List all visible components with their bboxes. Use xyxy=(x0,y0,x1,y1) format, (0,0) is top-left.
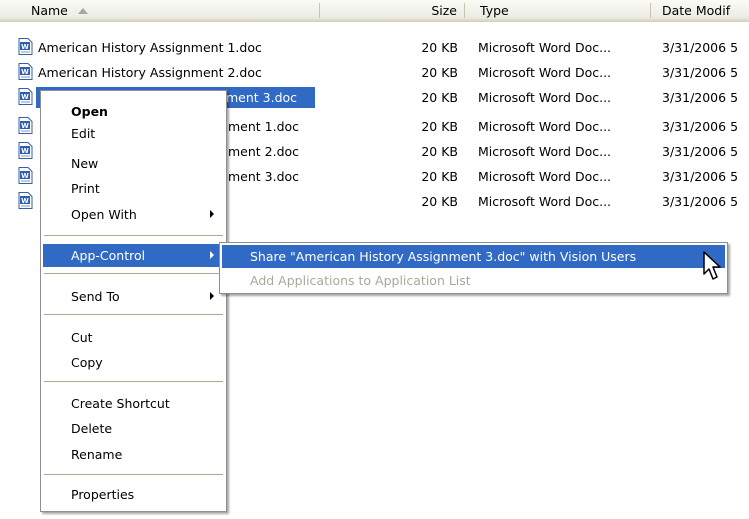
menu-separator xyxy=(44,314,223,315)
file-size: 20 KB xyxy=(421,194,458,209)
menu-item-open[interactable]: Open xyxy=(43,100,224,123)
menu-separator xyxy=(44,235,223,236)
file-size: 20 KB xyxy=(421,40,458,55)
menu-item-cut[interactable]: Cut xyxy=(43,326,224,349)
svg-text:W: W xyxy=(21,147,29,155)
menu-item-properties[interactable]: Properties xyxy=(43,483,224,506)
menu-item-rename[interactable]: Rename xyxy=(43,443,224,466)
menu-item-label: Copy xyxy=(71,355,103,370)
svg-text:W: W xyxy=(21,122,29,130)
sort-ascending-icon xyxy=(77,8,88,14)
menu-item-label: Open With xyxy=(71,207,137,222)
svg-text:W: W xyxy=(21,93,29,101)
file-date: 3/31/2006 5 xyxy=(662,40,739,55)
svg-text:W: W xyxy=(21,172,29,180)
column-size-label: Size xyxy=(431,3,457,18)
svg-text:W: W xyxy=(21,68,29,76)
menu-item-copy[interactable]: Copy xyxy=(43,351,224,374)
menu-item-label: Rename xyxy=(71,447,123,462)
menu-item-label: Properties xyxy=(71,487,135,502)
column-header-size[interactable]: Size xyxy=(320,0,464,21)
submenu-arrow-icon xyxy=(210,292,214,300)
file-type: Microsoft Word Doc... xyxy=(478,65,612,80)
menu-item-label: Share "American History Assignment 3.doc… xyxy=(250,249,637,264)
menu-item-send-to[interactable]: Send To xyxy=(43,285,224,308)
menu-item-label: Add Applications to Application List xyxy=(250,273,471,288)
column-header-name[interactable]: Name xyxy=(0,0,320,21)
file-date: 3/31/2006 5 xyxy=(662,194,739,209)
column-name-label: Name xyxy=(31,3,68,18)
menu-item-delete[interactable]: Delete xyxy=(43,417,224,440)
word-document-icon: W xyxy=(18,142,33,159)
file-date: 3/31/2006 5 xyxy=(662,144,739,159)
app-control-submenu: Share "American History Assignment 3.doc… xyxy=(219,242,728,294)
menu-item-new[interactable]: New xyxy=(43,152,224,175)
context-menu: Open Edit New Print Open With App-Contro… xyxy=(40,90,227,512)
menu-item-create-shortcut[interactable]: Create Shortcut xyxy=(43,392,224,415)
word-document-icon: W xyxy=(18,88,33,105)
file-type: Microsoft Word Doc... xyxy=(478,194,612,209)
file-name: American History Assignment 1.doc xyxy=(38,40,262,55)
column-header-type[interactable]: Type xyxy=(465,0,650,21)
menu-separator xyxy=(44,273,223,274)
file-type: Microsoft Word Doc... xyxy=(478,169,612,184)
word-document-icon: W xyxy=(18,63,33,80)
submenu-arrow-icon xyxy=(210,210,214,218)
column-header-bar: Name Size Type Date Modif xyxy=(0,0,749,22)
file-date: 3/31/2006 5 xyxy=(662,90,739,105)
menu-item-app-control[interactable]: App-Control xyxy=(43,244,224,267)
word-document-icon: W xyxy=(18,167,33,184)
menu-item-label: Create Shortcut xyxy=(71,396,170,411)
menu-item-label: Cut xyxy=(71,330,93,345)
column-header-date[interactable]: Date Modif xyxy=(651,0,749,21)
menu-separator xyxy=(44,474,223,475)
menu-item-print[interactable]: Print xyxy=(43,177,224,200)
menu-item-label: Delete xyxy=(71,421,113,436)
file-type: Microsoft Word Doc... xyxy=(478,40,612,55)
menu-item-edit[interactable]: Edit xyxy=(43,122,224,145)
file-type: Microsoft Word Doc... xyxy=(478,90,612,105)
menu-item-share-with-vision-users[interactable]: Share "American History Assignment 3.doc… xyxy=(222,245,725,268)
menu-item-label: Edit xyxy=(71,126,96,141)
file-row[interactable]: W American History Assignment 2.doc 20 K… xyxy=(0,62,749,83)
file-row[interactable]: W American History Assignment 1.doc 20 K… xyxy=(0,37,749,58)
svg-text:W: W xyxy=(21,43,29,51)
word-document-icon: W xyxy=(18,38,33,55)
file-size: 20 KB xyxy=(421,65,458,80)
mouse-pointer-icon xyxy=(703,251,721,280)
file-size: 20 KB xyxy=(421,119,458,134)
word-document-icon: W xyxy=(18,192,33,209)
column-date-label: Date Modif xyxy=(662,3,731,18)
word-document-icon: W xyxy=(18,117,33,134)
file-size: 20 KB xyxy=(421,144,458,159)
menu-separator xyxy=(44,381,223,382)
file-type: Microsoft Word Doc... xyxy=(478,119,612,134)
menu-item-open-with[interactable]: Open With xyxy=(43,203,224,226)
menu-item-label: Send To xyxy=(71,289,120,304)
file-date: 3/31/2006 5 xyxy=(662,119,739,134)
submenu-arrow-icon xyxy=(210,251,214,259)
file-name: ment 2.doc xyxy=(228,144,300,159)
file-date: 3/31/2006 5 xyxy=(662,65,739,80)
file-date: 3/31/2006 5 xyxy=(662,169,739,184)
file-name: American History Assignment 2.doc xyxy=(38,65,262,80)
menu-item-label: Print xyxy=(71,181,100,196)
file-name: ment 1.doc xyxy=(228,119,300,134)
file-size: 20 KB xyxy=(421,169,458,184)
menu-item-add-applications: Add Applications to Application List xyxy=(222,269,725,292)
file-name: ment 3.doc xyxy=(228,169,300,184)
column-type-label: Type xyxy=(480,3,509,18)
file-type: Microsoft Word Doc... xyxy=(478,144,612,159)
menu-item-label: App-Control xyxy=(71,248,146,263)
file-size: 20 KB xyxy=(421,90,458,105)
svg-text:W: W xyxy=(21,197,29,205)
menu-item-label: Open xyxy=(71,104,108,119)
menu-item-label: New xyxy=(71,156,99,171)
